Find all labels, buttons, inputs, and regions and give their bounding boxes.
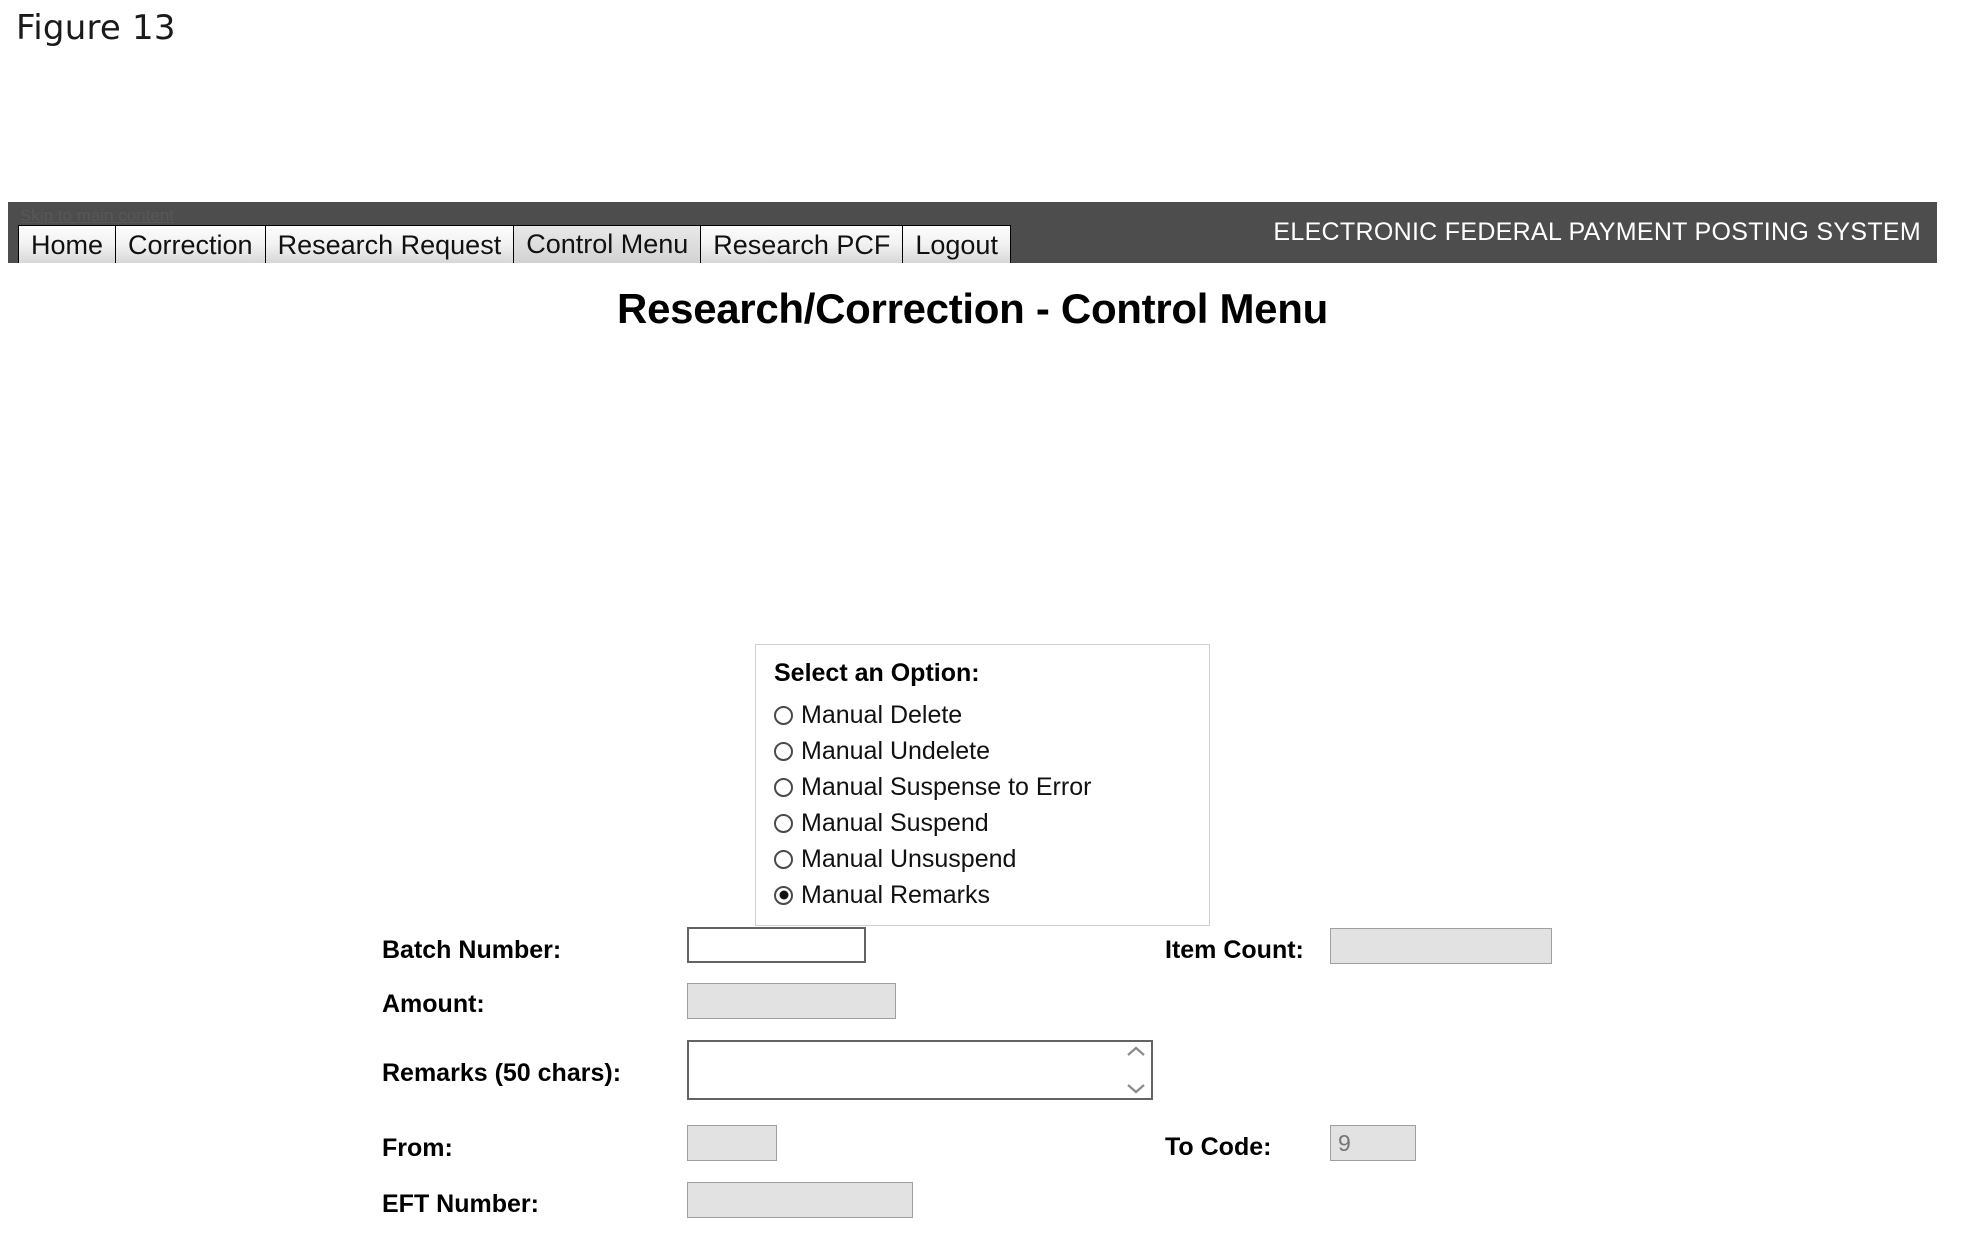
label-remarks: Remarks (50 chars): — [382, 1059, 622, 1087]
to-code-input[interactable] — [1330, 1125, 1416, 1161]
remarks-textarea[interactable] — [687, 1040, 1153, 1100]
remarks-textarea-wrapper — [687, 1040, 1153, 1100]
radio-label-manual-delete: Manual Delete — [801, 700, 963, 729]
amount-input[interactable] — [687, 983, 896, 1019]
form-row-eft-number: EFT Number: — [8, 1164, 1937, 1218]
radio-label-manual-remarks: Manual Remarks — [801, 880, 990, 909]
label-item-count: Item Count: — [1165, 936, 1304, 964]
radio-label-manual-suspend: Manual Suspend — [801, 808, 989, 837]
label-to-code: To Code: — [1165, 1133, 1272, 1161]
control-menu-form: Batch Number: Item Count: Amount: Remark… — [8, 923, 1937, 1218]
label-batch-number: Batch Number: — [382, 936, 562, 964]
tab-research-pcf[interactable]: Research PCF — [700, 225, 904, 267]
select-option-legend: Select an Option: — [774, 659, 980, 687]
tab-research-request[interactable]: Research Request — [264, 225, 515, 267]
radio-label-manual-unsuspend: Manual Unsuspend — [801, 844, 1017, 873]
radio-label-manual-suspense-to-error: Manual Suspense to Error — [801, 772, 1092, 801]
radio-row-manual-remarks[interactable]: Manual Remarks — [774, 877, 1209, 913]
radio-icon-manual-remarks[interactable] — [774, 885, 793, 905]
radio-icon-manual-unsuspend[interactable] — [774, 849, 793, 869]
radio-row-manual-delete[interactable]: Manual Delete — [774, 697, 1209, 733]
main-content: Research/Correction - Control Menu Selec… — [8, 263, 1937, 1241]
radio-row-manual-suspense-to-error[interactable]: Manual Suspense to Error — [774, 769, 1209, 805]
radio-label-manual-undelete: Manual Undelete — [801, 736, 991, 765]
top-navigation-bar: Skip to main content ELECTRONIC FEDERAL … — [8, 202, 1937, 267]
radio-icon-manual-suspense-to-error[interactable] — [774, 777, 793, 797]
radio-icon-manual-delete[interactable] — [774, 705, 793, 725]
application-window: Skip to main content ELECTRONIC FEDERAL … — [8, 202, 1977, 1241]
nav-tabs: Home Correction Research Request Control… — [18, 225, 1011, 267]
skip-to-main-content-link[interactable]: Skip to main content — [20, 206, 174, 226]
radio-icon-manual-suspend[interactable] — [774, 813, 793, 833]
radio-row-manual-suspend[interactable]: Manual Suspend — [774, 805, 1209, 841]
tab-control-menu[interactable]: Control Menu — [513, 225, 702, 267]
label-from: From: — [382, 1134, 453, 1162]
form-row-amount: Amount: — [8, 976, 1937, 1029]
eft-number-input[interactable] — [687, 1182, 913, 1218]
form-row-from-to-code: From: To Code: — [8, 1111, 1937, 1164]
radio-icon-manual-undelete[interactable] — [774, 741, 793, 761]
form-row-batch-number: Batch Number: Item Count: — [8, 923, 1937, 976]
figure-caption: Figure 13 — [16, 8, 176, 48]
batch-number-input[interactable] — [687, 927, 866, 963]
tab-logout[interactable]: Logout — [902, 225, 1011, 267]
system-title: ELECTRONIC FEDERAL PAYMENT POSTING SYSTE… — [1273, 218, 1921, 246]
tab-home[interactable]: Home — [18, 225, 117, 267]
application-viewport: Skip to main content ELECTRONIC FEDERAL … — [8, 202, 1937, 1241]
radio-row-manual-unsuspend[interactable]: Manual Unsuspend — [774, 841, 1209, 877]
tab-correction[interactable]: Correction — [115, 225, 266, 267]
from-input[interactable] — [687, 1125, 777, 1161]
label-amount: Amount: — [382, 990, 485, 1018]
form-row-remarks: Remarks (50 chars): — [8, 1029, 1937, 1111]
radio-row-manual-undelete[interactable]: Manual Undelete — [774, 733, 1209, 769]
item-count-input[interactable] — [1330, 928, 1552, 964]
label-eft-number: EFT Number: — [382, 1190, 539, 1218]
page-title: Research/Correction - Control Menu — [617, 285, 1328, 332]
select-option-group: Select an Option: Manual Delete Manual U… — [755, 644, 1210, 926]
